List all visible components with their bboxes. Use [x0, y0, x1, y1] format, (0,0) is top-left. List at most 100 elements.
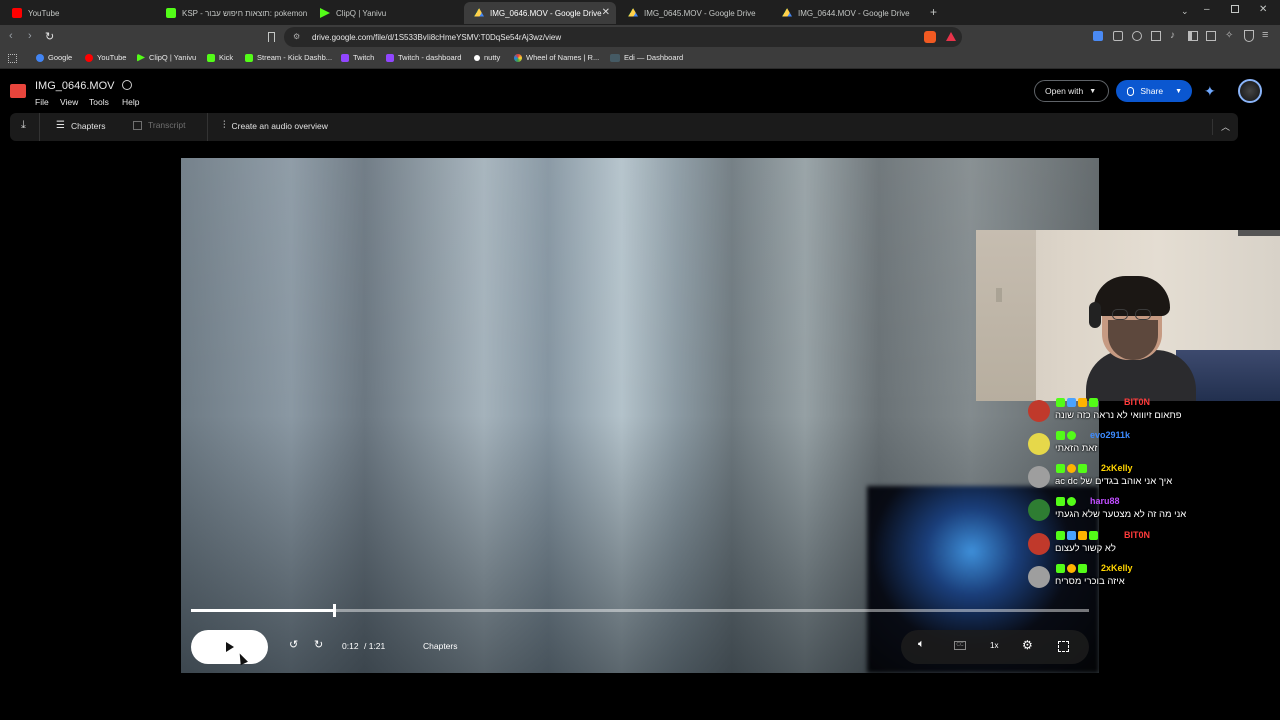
- leo-icon[interactable]: ✧: [1225, 30, 1233, 41]
- gemini-icon[interactable]: ✦: [1204, 83, 1216, 100]
- shared-drive-icon[interactable]: [122, 80, 132, 90]
- music-icon[interactable]: ♪: [1170, 30, 1175, 41]
- forward-icon[interactable]: ›: [28, 30, 32, 42]
- audio-overview-button[interactable]: ⫶ Create an audio overview: [223, 120, 328, 131]
- clipq-icon: [137, 53, 145, 62]
- bookmark-clipq[interactable]: ClipQ | Yanivu: [137, 53, 196, 62]
- menu-file[interactable]: File: [35, 97, 49, 107]
- seek-handle[interactable]: [332, 604, 336, 617]
- extension-icon[interactable]: [1132, 31, 1142, 41]
- drive-icon: [474, 8, 484, 17]
- tab-img-0645[interactable]: IMG_0645.MOV - Google Drive: [618, 2, 770, 24]
- rewind-10-icon[interactable]: ↺: [289, 638, 298, 651]
- close-window-icon[interactable]: ✕: [1259, 4, 1267, 15]
- share-button[interactable]: Share ▼: [1116, 80, 1192, 102]
- bookmark-kick[interactable]: Kick: [207, 53, 233, 62]
- current-time: 0:12: [342, 641, 359, 651]
- maximize-icon[interactable]: [1231, 5, 1239, 13]
- brave-rewards-icon[interactable]: [946, 32, 956, 41]
- viewer-toolbar: ⤓ ☰ Chapters Transcript ⫶ Create an audi…: [10, 113, 1238, 141]
- minimize-icon[interactable]: –: [1204, 4, 1210, 15]
- video-file-icon: [10, 84, 26, 98]
- open-with-button[interactable]: Open with ▼: [1034, 80, 1109, 102]
- bookmark-youtube[interactable]: YouTube: [85, 53, 126, 62]
- player-right-controls: 🔈︎ CC 1x ⚙: [901, 630, 1089, 664]
- download-button[interactable]: ⤓: [10, 113, 40, 141]
- transcript-label: Transcript: [148, 120, 186, 130]
- forward-10-icon[interactable]: ↻: [314, 638, 323, 651]
- tab-youtube[interactable]: YouTube: [2, 2, 154, 24]
- tab-label: IMG_0645.MOV - Google Drive: [644, 8, 756, 18]
- tab-ksp[interactable]: KSP - תוצאות חיפוש עבור: pokemon: [156, 2, 308, 24]
- tab-search-icon[interactable]: ⌄: [1181, 6, 1189, 17]
- extension-icon[interactable]: [1113, 31, 1123, 41]
- wall: [976, 230, 1036, 401]
- chapters-button[interactable]: ☰ Chapters: [56, 120, 105, 131]
- headphones: [1089, 302, 1101, 328]
- captions-icon[interactable]: CC: [954, 641, 966, 650]
- brave-shield-icon[interactable]: [924, 31, 936, 43]
- address-bar[interactable]: ⚙ drive.google.com/file/d/1S533BvIi8cHme…: [284, 27, 962, 47]
- bookmark-icon[interactable]: [268, 32, 275, 42]
- hair: [1094, 276, 1170, 316]
- bookmark-twitch[interactable]: Twitch: [341, 53, 374, 62]
- transcript-button[interactable]: Transcript: [133, 120, 185, 130]
- apps-icon[interactable]: [8, 54, 17, 63]
- tab-img-0646[interactable]: IMG_0646.MOV - Google Drive ✕: [464, 2, 616, 24]
- playback-speed[interactable]: 1x: [990, 641, 998, 650]
- address-toolbar: ‹ › ↻ ⚙ drive.google.com/file/d/1S533BvI…: [0, 25, 1280, 49]
- volume-icon[interactable]: 🔈︎: [918, 638, 925, 651]
- webcam-overlay: [976, 230, 1280, 401]
- twitch-icon: [386, 53, 394, 62]
- video-player[interactable]: ↺ ↻ 0:12 / 1:21 Chapters 🔈︎ CC 1x ⚙: [181, 158, 1099, 673]
- menu-view[interactable]: View: [60, 97, 78, 107]
- vpn-shield-icon[interactable]: [1244, 30, 1254, 42]
- play-button[interactable]: [191, 630, 268, 664]
- twitch-icon: [341, 53, 349, 62]
- fullscreen-icon[interactable]: [1058, 641, 1069, 652]
- bookmark-label: ClipQ | Yanivu: [149, 53, 197, 62]
- puzzle-icon[interactable]: [1151, 31, 1161, 41]
- bookmark-nutty[interactable]: nutty: [474, 53, 500, 62]
- menu-tools[interactable]: Tools: [89, 97, 109, 107]
- caret-down-icon: ▼: [1089, 87, 1097, 95]
- tab-clipq[interactable]: ClipQ | Yanivu: [310, 2, 462, 24]
- globe-icon: [1127, 86, 1135, 96]
- back-icon[interactable]: ‹: [9, 30, 13, 42]
- sub-badge-icon: [1078, 464, 1087, 473]
- close-tab-icon[interactable]: ✕: [602, 7, 610, 18]
- chat-text: איזה בוכרי מסריח: [1055, 576, 1125, 587]
- gift-badge-icon: [1067, 564, 1076, 573]
- bookmark-label: Google: [48, 53, 73, 62]
- menu-icon[interactable]: ≡: [1262, 29, 1268, 41]
- kick-badge-icon: [1056, 398, 1065, 407]
- tab-img-0644[interactable]: IMG_0644.MOV - Google Drive: [772, 2, 924, 24]
- chat-badges: [1056, 464, 1087, 473]
- chat-avatar: [1028, 400, 1050, 422]
- new-tab-button[interactable]: +: [930, 5, 937, 19]
- tab-label: ClipQ | Yanivu: [336, 8, 387, 18]
- settings-gear-icon[interactable]: ⚙: [1022, 638, 1033, 652]
- seek-bar[interactable]: [191, 604, 1089, 617]
- bookmark-wheel-of-names[interactable]: Wheel of Names | R...: [514, 53, 599, 62]
- reload-icon[interactable]: ↻: [45, 30, 54, 43]
- audio-overview-label: Create an audio overview: [231, 120, 328, 131]
- chapters-label[interactable]: Chapters: [423, 641, 458, 651]
- bookmark-twitch-dashboard[interactable]: Twitch - dashboard: [386, 53, 461, 62]
- bookmark-edi-dashboard[interactable]: Edi — Dashboard: [610, 53, 683, 62]
- site-info-icon[interactable]: ⚙: [293, 32, 300, 41]
- chat-username: BIT0N: [1124, 530, 1151, 540]
- chat-avatar: [1028, 533, 1050, 555]
- sidebar-icon[interactable]: [1188, 31, 1198, 41]
- collapse-button[interactable]: ︿: [1212, 119, 1234, 135]
- translate-icon[interactable]: [1093, 31, 1103, 41]
- bookmark-kick-dashboard[interactable]: Stream - Kick Dashb...: [245, 53, 332, 62]
- menu-help[interactable]: Help: [122, 97, 139, 107]
- chat-username: 2xKelly: [1101, 563, 1133, 573]
- bookmark-google[interactable]: Google: [36, 53, 72, 62]
- wallet-icon[interactable]: [1206, 31, 1216, 41]
- kick-badge-icon: [1056, 431, 1065, 440]
- kick-badge-icon: [1056, 497, 1065, 506]
- gift-badge-icon: [1078, 531, 1087, 540]
- avatar[interactable]: [1238, 79, 1262, 103]
